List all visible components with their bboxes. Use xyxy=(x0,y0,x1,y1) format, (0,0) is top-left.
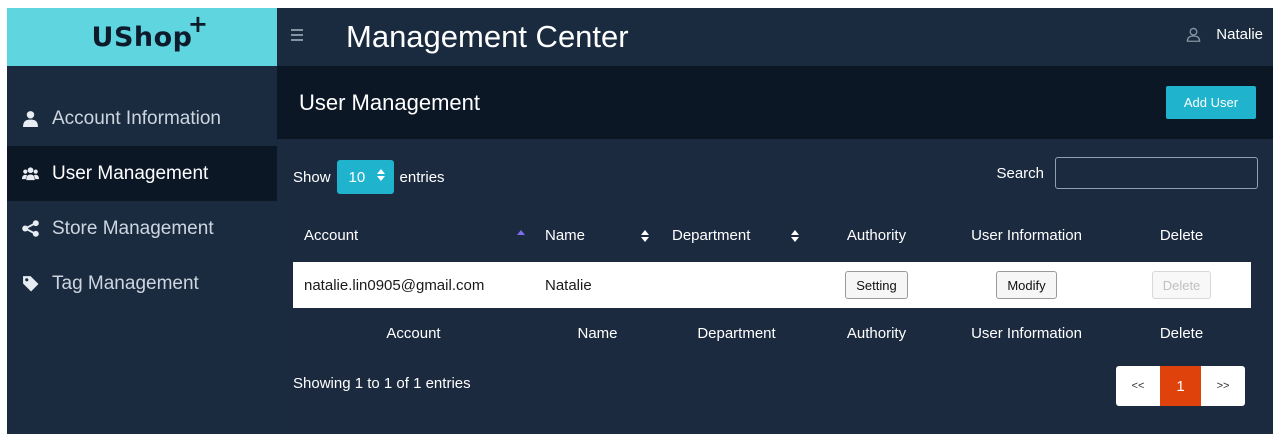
sidebar: UShop + Account Information User Manageme… xyxy=(7,8,277,434)
modify-button[interactable]: Modify xyxy=(996,271,1057,299)
entries-select[interactable]: 10 xyxy=(336,160,394,194)
brand-plus: + xyxy=(187,9,209,38)
cell-authority: Setting xyxy=(812,262,941,308)
sidebar-item-user-management[interactable]: User Management xyxy=(7,146,277,201)
footer-header-account: Account xyxy=(386,324,441,342)
column-header-user-information: User Information xyxy=(971,227,1082,244)
sort-asc-icon xyxy=(517,230,525,243)
column-header-name[interactable]: Name xyxy=(534,209,661,262)
table-row: natalie.lin0905@gmail.com Natalie Settin… xyxy=(293,262,1251,308)
search-input[interactable] xyxy=(1055,157,1258,189)
search-control: Search xyxy=(996,157,1258,189)
column-header-authority: Authority xyxy=(846,227,907,244)
add-user-button[interactable]: Add User xyxy=(1166,86,1256,119)
top-bar: Management Center Natalie xyxy=(277,8,1273,66)
app-title: Management Center xyxy=(346,19,629,54)
page-title: User Management xyxy=(299,90,480,115)
sort-icon xyxy=(641,230,649,243)
table-header-row: Account Name Department Authority User I… xyxy=(293,209,1251,262)
menu-toggle-icon[interactable] xyxy=(291,29,303,43)
footer-header-user-information: User Information xyxy=(971,324,1082,342)
entries-label: entries xyxy=(399,168,445,186)
delete-button[interactable]: Delete xyxy=(1151,271,1212,299)
page-button-current[interactable]: 1 xyxy=(1160,366,1201,406)
brand-name: UShop + xyxy=(91,9,209,53)
cell-user-information: Modify xyxy=(941,262,1112,308)
share-icon xyxy=(21,220,39,238)
cell-delete: Delete xyxy=(1112,262,1251,308)
sidebar-item-label: User Management xyxy=(52,162,209,184)
sidebar-item-tag-management[interactable]: Tag Management xyxy=(7,256,277,311)
sidebar-item-account-information[interactable]: Account Information xyxy=(7,91,277,146)
main-content: Show 10 entries Search Account Name Depa… xyxy=(277,139,1273,434)
cell-department xyxy=(661,262,812,308)
users-icon xyxy=(21,165,39,183)
sidebar-item-label: Tag Management xyxy=(52,272,199,294)
entries-control: Show 10 entries xyxy=(293,160,445,194)
table-footer-row: Account Name Department Authority User I… xyxy=(293,308,1251,358)
app-window: UShop + Account Information User Manageme… xyxy=(7,8,1273,434)
sort-icon xyxy=(791,230,799,243)
prev-page-button[interactable]: << xyxy=(1116,366,1160,406)
show-label: Show xyxy=(293,168,331,186)
footer-header-delete: Delete xyxy=(1159,324,1204,342)
setting-button[interactable]: Setting xyxy=(845,271,908,299)
user-menu[interactable]: Natalie xyxy=(1186,26,1263,43)
user-outline-icon xyxy=(1186,27,1201,42)
sidebar-item-label: Account Information xyxy=(52,107,221,129)
pagination: << 1 >> xyxy=(1116,366,1245,406)
tag-icon xyxy=(21,275,39,293)
select-arrows-icon xyxy=(376,169,385,184)
brand-logo[interactable]: UShop + xyxy=(7,8,277,66)
column-header-account[interactable]: Account xyxy=(293,209,534,262)
entries-value: 10 xyxy=(348,168,366,186)
cell-account: natalie.lin0905@gmail.com xyxy=(304,276,485,294)
user-name: Natalie xyxy=(1216,26,1263,43)
footer-header-department: Department xyxy=(697,324,776,342)
footer-header-authority: Authority xyxy=(846,324,907,342)
page-header: User Management Add User xyxy=(277,66,1273,139)
column-header-delete: Delete xyxy=(1159,227,1204,244)
sidebar-item-store-management[interactable]: Store Management xyxy=(7,201,277,256)
table-info: Showing 1 to 1 of 1 entries xyxy=(293,375,471,392)
sidebar-nav: Account Information User Management Stor… xyxy=(7,91,277,311)
user-icon xyxy=(21,110,39,128)
column-header-department[interactable]: Department xyxy=(661,209,812,262)
next-page-button[interactable]: >> xyxy=(1201,366,1245,406)
sidebar-item-label: Store Management xyxy=(52,217,214,239)
users-table: Account Name Department Authority User I… xyxy=(293,209,1251,358)
search-label: Search xyxy=(996,164,1044,182)
footer-header-name: Name xyxy=(577,324,618,342)
cell-name: Natalie xyxy=(545,276,592,294)
